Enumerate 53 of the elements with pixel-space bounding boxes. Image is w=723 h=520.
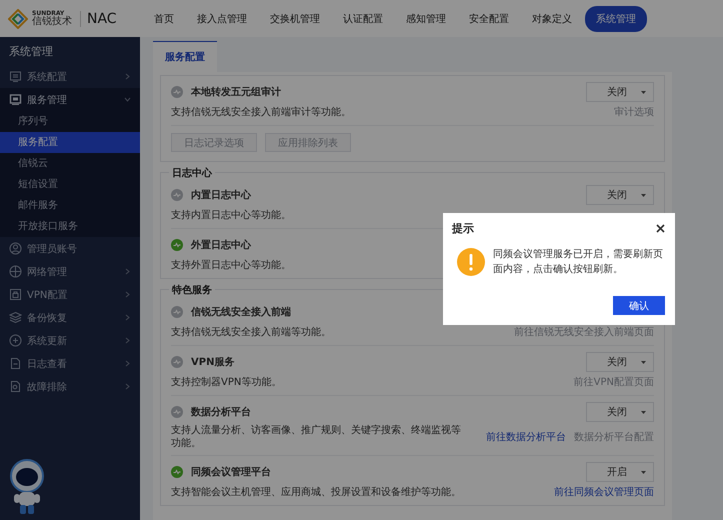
service-name: 信锐无线安全接入前端 bbox=[191, 305, 291, 319]
status-dropdown[interactable]: 关闭 bbox=[586, 185, 654, 205]
sidebar-item[interactable]: 网络管理 bbox=[0, 260, 140, 283]
nav-tab[interactable]: 认证配置 bbox=[343, 12, 383, 26]
sidebar-subitem[interactable]: 开放接口服务 bbox=[0, 216, 140, 237]
sidebar-subitem[interactable]: 服务配置 bbox=[0, 132, 140, 153]
sidebar-subitem[interactable]: 信锐云 bbox=[0, 153, 140, 174]
status-dropdown[interactable]: 关闭 bbox=[586, 352, 654, 372]
nav-tab[interactable]: 交换机管理 bbox=[270, 12, 320, 26]
service-description: 支持内置日志中心等功能。 bbox=[171, 208, 291, 222]
sidebar-item[interactable]: 日志查看 bbox=[0, 352, 140, 375]
nav-tab[interactable]: 接入点管理 bbox=[197, 12, 247, 26]
nav-tab[interactable]: 感知管理 bbox=[406, 12, 446, 26]
service-description: 支持智能会议主机管理、应用商城、投屏设置和设备维护等功能。 bbox=[171, 486, 461, 498]
sidebar-item[interactable]: 系统更新 bbox=[0, 329, 140, 352]
status-dropdown[interactable]: 关闭 bbox=[586, 402, 654, 422]
dialog-message: 同频会议管理服务已开启，需要刷新页面内容，点击确认按钮刷新。 bbox=[493, 248, 664, 277]
sidebar-item[interactable]: 故障排除 bbox=[0, 375, 140, 398]
service-name: 数据分析平台 bbox=[191, 406, 251, 419]
sidebar-item[interactable]: VPN配置 bbox=[0, 283, 140, 306]
sidebar-subitem[interactable]: 邮件服务 bbox=[0, 195, 140, 216]
tab[interactable]: 服务配置 bbox=[153, 41, 217, 72]
link[interactable]: 前往数据分析平台 bbox=[486, 430, 566, 444]
section-title: 日志中心 bbox=[169, 166, 215, 180]
service-name: VPN服务 bbox=[191, 356, 234, 369]
confirm-button[interactable]: 确认 bbox=[613, 296, 665, 315]
nav-tab[interactable]: 对象定义 bbox=[532, 12, 572, 26]
nav-tab[interactable]: 安全配置 bbox=[469, 12, 509, 26]
sidebar-title: 系统管理 bbox=[8, 44, 54, 60]
sidebar-item[interactable]: 管理员账号 bbox=[0, 237, 140, 260]
dialog-title: 提示 bbox=[452, 220, 474, 236]
service-description: 支持人流量分析、访客画像、推广规则、关键字搜索、终端监视等功能。 bbox=[171, 424, 462, 450]
sidebar-item[interactable]: 系统配置 bbox=[0, 65, 140, 88]
sidebar-subitem[interactable]: 短信设置 bbox=[0, 174, 140, 195]
service-name: 内置日志中心 bbox=[191, 188, 251, 202]
service-description: 支持信锐无线安全接入前端等功能。 bbox=[171, 326, 331, 338]
service-name: 同频会议管理平台 bbox=[191, 466, 271, 479]
sidebar-item[interactable]: 服务管理 bbox=[0, 88, 140, 111]
service-name: 本地转发五元组审计 bbox=[191, 85, 281, 99]
service-description: 支持外置日志中心等功能。 bbox=[171, 258, 291, 272]
status-dropdown[interactable]: 开启 bbox=[586, 462, 654, 482]
status-dropdown[interactable]: 关闭 bbox=[586, 82, 654, 102]
link[interactable]: 前往同频会议管理页面 bbox=[554, 485, 654, 499]
service-name: 外置日志中心 bbox=[191, 238, 251, 252]
sidebar-subitem[interactable]: 序列号 bbox=[0, 111, 140, 132]
service-description: 支持信锐无线安全接入前端审计等功能。 bbox=[171, 106, 351, 118]
product-name: NAC bbox=[80, 10, 117, 26]
brand-name: 信锐技术 bbox=[32, 16, 72, 26]
nav-tab[interactable]: 首页 bbox=[154, 12, 174, 26]
nav-tab[interactable]: 系统管理 bbox=[585, 6, 647, 32]
section-title: 特色服务 bbox=[169, 283, 215, 297]
service-description: 支持控制器VPN等功能。 bbox=[171, 376, 282, 388]
sidebar-item[interactable]: 备份恢复 bbox=[0, 306, 140, 329]
